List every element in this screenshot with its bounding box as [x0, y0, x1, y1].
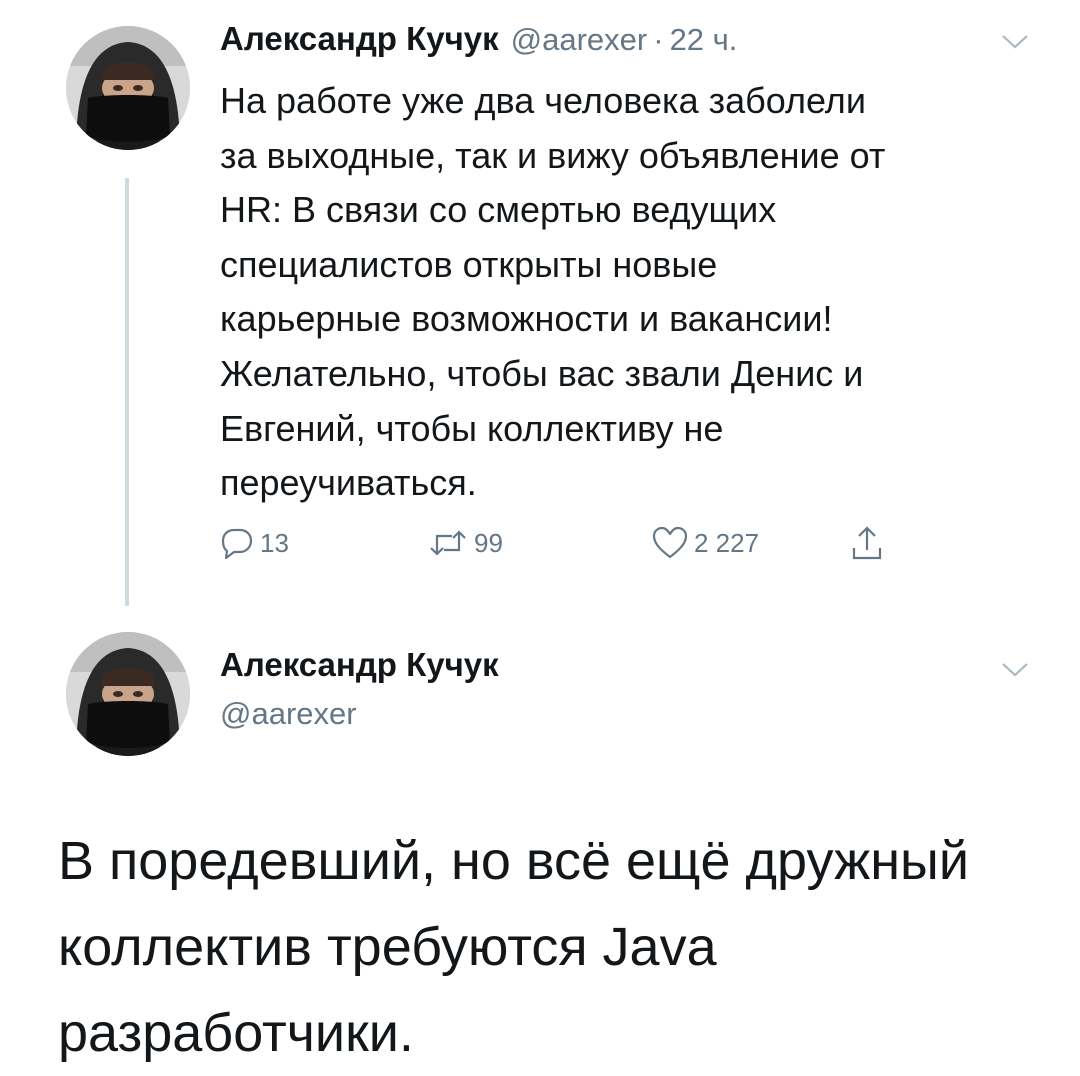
- retweet-count: 99: [474, 527, 503, 558]
- thread-line: [125, 178, 129, 606]
- author-name[interactable]: Александр Кучук: [220, 646, 499, 684]
- reply-count: 13: [260, 527, 289, 558]
- retweet-button[interactable]: 99: [428, 518, 503, 568]
- chevron-down-icon[interactable]: [1000, 660, 1030, 680]
- author-handle[interactable]: @aarexer: [511, 22, 648, 58]
- tweet-text: В поредевший, но всё ещё дружный коллект…: [58, 831, 969, 1063]
- avatar[interactable]: [66, 26, 190, 150]
- share-button[interactable]: [850, 518, 884, 568]
- tweet-text: На работе уже два человека заболели за в…: [220, 80, 886, 504]
- tweet-1[interactable]: Александр Кучук @aarexer · 22 ч. На рабо…: [0, 0, 1080, 610]
- share-icon: [852, 526, 882, 560]
- like-count: 2 227: [694, 527, 760, 558]
- avatar[interactable]: [66, 632, 190, 756]
- retweet-icon: [430, 530, 466, 556]
- reply-button[interactable]: 13: [220, 518, 289, 568]
- tweet-actions: 13 99 2 227: [220, 518, 920, 568]
- timestamp[interactable]: 22 ч.: [670, 22, 738, 58]
- chevron-down-icon[interactable]: [1000, 32, 1030, 52]
- avatar-photo: [66, 26, 190, 150]
- like-button[interactable]: 2 227: [652, 518, 759, 568]
- heart-icon: [652, 526, 688, 559]
- avatar-photo: [66, 632, 190, 756]
- header-separator: ·: [653, 22, 664, 57]
- reply-icon: [221, 528, 253, 560]
- tweet-header: Александр Кучук @aarexer · 22 ч.: [220, 20, 737, 68]
- author-handle[interactable]: @aarexer: [220, 696, 357, 732]
- author-name[interactable]: Александр Кучук: [220, 20, 499, 58]
